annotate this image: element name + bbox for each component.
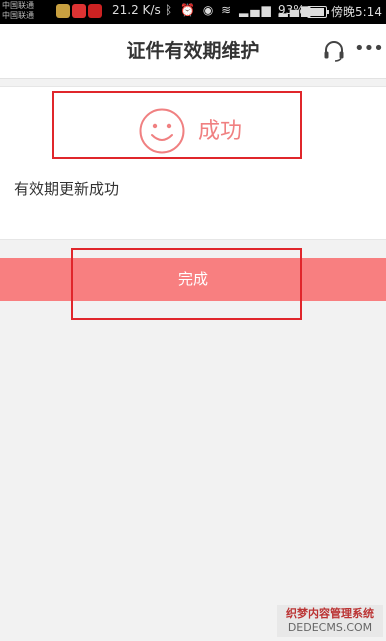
title-bar: 证件有效期维护 ••• <box>0 24 386 79</box>
carrier-labels: 中国联通 中国联通 <box>2 1 34 21</box>
done-button[interactable]: 完成 <box>0 258 386 301</box>
network-speed: 21.2 K/s <box>112 3 161 17</box>
watermark: 织梦内容管理系统 DEDECMS.COM <box>277 605 383 637</box>
bluetooth-icon: ᛒ <box>165 3 175 17</box>
watermark-line-2: DEDECMS.COM <box>287 621 373 634</box>
app-notification-icon <box>88 4 102 18</box>
success-status-text: 成功 <box>198 119 243 144</box>
headset-icon[interactable] <box>322 39 346 63</box>
eye-icon: ◉ <box>202 3 216 17</box>
success-highlight-box: 成功 <box>52 91 302 159</box>
app-notification-icon <box>72 4 86 18</box>
battery-percent: 93% <box>278 3 305 17</box>
app-notification-icon <box>56 4 70 18</box>
battery-fill <box>309 8 324 16</box>
carrier-1: 中国联通 <box>2 1 34 10</box>
watermark-line-1: 织梦内容管理系统 <box>286 607 374 620</box>
result-card: 成功 有效期更新成功 <box>0 86 386 240</box>
smile-icon <box>139 108 185 154</box>
more-icon[interactable]: ••• <box>354 38 384 64</box>
clock: 傍晚5:14 <box>331 5 382 19</box>
battery-icon <box>307 6 329 18</box>
wifi-icon: ≋ <box>221 3 234 17</box>
signal-2g-icon: ▂▄▆ <box>239 3 273 17</box>
status-bar: 中国联通 中国联通 21.2 K/s ᛒ ⏰ ◉ ≋ ▂▄▆ ▂▄▆ 93% 傍… <box>0 0 386 24</box>
carrier-2: 中国联通 <box>2 11 34 20</box>
alarm-icon: ⏰ <box>180 3 197 17</box>
result-message: 有效期更新成功 <box>14 180 120 198</box>
